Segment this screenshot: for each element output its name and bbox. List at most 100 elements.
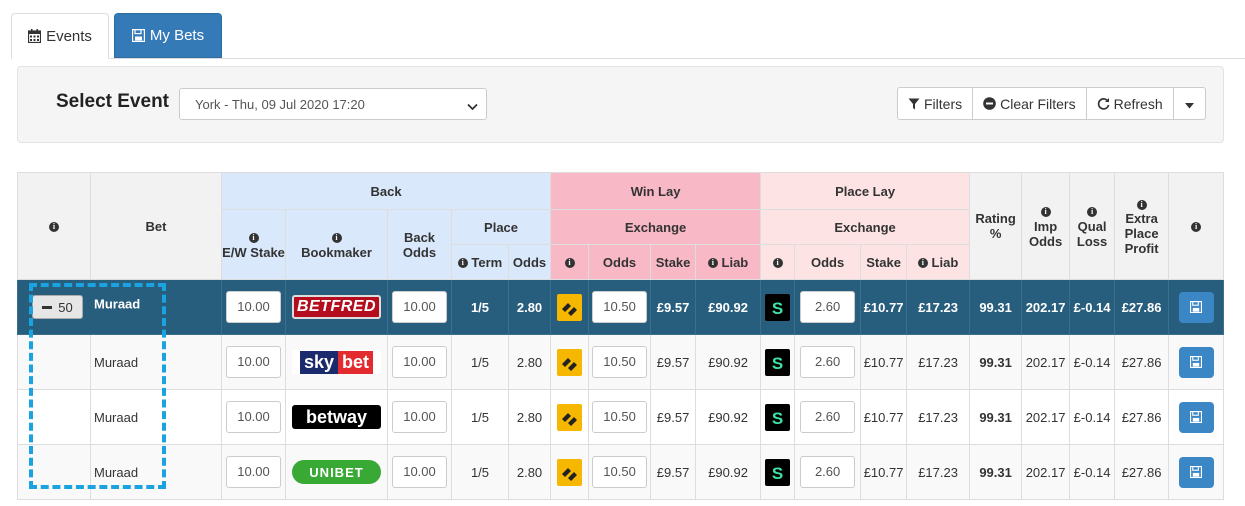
filters-button[interactable]: Filters xyxy=(897,87,974,120)
ew-stake-input[interactable]: 10.00 xyxy=(226,291,281,323)
smarkets-exchange-icon[interactable]: S xyxy=(765,293,791,321)
save-bet-button[interactable] xyxy=(1178,401,1214,433)
back-odds-input[interactable]: 10.00 xyxy=(392,291,447,323)
exchange-cell: S xyxy=(760,444,796,500)
exchange-cell xyxy=(550,444,590,500)
clear-filters-button[interactable]: Clear Filters xyxy=(972,87,1087,120)
runner-name: Muraad xyxy=(90,444,222,500)
imp-odds-header-label: Imp Odds xyxy=(1028,218,1063,249)
smarkets-exchange-icon[interactable]: S xyxy=(765,458,791,486)
place-odds-cell: 2.80 xyxy=(507,334,552,390)
win-liab-cell: £90.92 xyxy=(695,389,762,445)
place-stake-header: Stake xyxy=(860,244,908,280)
back-odds-cell: 10.00 xyxy=(387,279,452,335)
info-icon: i xyxy=(49,222,59,233)
caret-down-icon xyxy=(1184,96,1194,112)
tab-my-bets-label: My Bets xyxy=(149,27,205,44)
smarkets-exchange-icon[interactable]: S xyxy=(765,403,791,431)
table-row[interactable]: Muraad 10.00 sky bet 10.00 1/5 2.80 10.50… xyxy=(17,334,1225,390)
betfair-exchange-icon[interactable] xyxy=(557,293,583,321)
rating-header: Rating % xyxy=(969,172,1023,280)
win-stake-cell: £9.57 xyxy=(650,444,697,500)
place-liab-cell: £17.23 xyxy=(906,334,971,390)
ew-stake-input[interactable]: 10.00 xyxy=(226,456,281,488)
table-row[interactable]: Muraad 10.00 UNIBET 10.00 1/5 2.80 10.50… xyxy=(17,444,1225,500)
info-icon: i xyxy=(564,258,575,269)
place-stake-cell: £10.77 xyxy=(860,389,908,445)
save-icon xyxy=(1190,356,1203,368)
collapse-button[interactable]: 50 xyxy=(32,295,83,319)
betfair-exchange-icon[interactable] xyxy=(557,348,583,376)
imp-odds-cell: 202.17 xyxy=(1021,389,1071,445)
smarkets-exchange-icon[interactable]: S xyxy=(765,348,791,376)
exchange-cell xyxy=(550,279,590,335)
place-lay-odds-input[interactable]: 2.60 xyxy=(800,346,856,378)
betfair-exchange-icon[interactable] xyxy=(557,403,583,431)
chevron-down-icon xyxy=(467,99,478,114)
ew-stake-input[interactable]: 10.00 xyxy=(226,346,281,378)
save-bet-button[interactable] xyxy=(1178,291,1214,323)
svg-text:S: S xyxy=(772,354,783,373)
ew-stake-cell: 10.00 xyxy=(221,444,286,500)
table-row[interactable]: 50 Muraad 10.00 BETFRED 10.00 1/5 2.80 1… xyxy=(17,279,1225,335)
info-icon: i xyxy=(707,258,718,269)
back-odds-input[interactable]: 10.00 xyxy=(392,346,447,378)
exchange-cell: S xyxy=(760,279,796,335)
refresh-button[interactable]: Refresh xyxy=(1085,87,1174,120)
place-liab-header-label: Liab xyxy=(931,254,959,270)
win-liab-cell: £90.92 xyxy=(695,279,762,335)
table-row[interactable]: Muraad 10.00 betway 10.00 1/5 2.80 10.50… xyxy=(17,389,1225,445)
exchange-cell: S xyxy=(760,334,796,390)
info-icon: i xyxy=(1040,207,1051,218)
tab-events[interactable]: Events xyxy=(11,13,109,59)
betfair-exchange-icon[interactable] xyxy=(557,458,583,486)
back-odds-input[interactable]: 10.00 xyxy=(392,401,447,433)
bet-spacer-cell xyxy=(17,444,91,500)
save-bet-button[interactable] xyxy=(1178,456,1214,488)
bookmaker-header: i Bookmaker xyxy=(285,209,388,280)
win-stake-cell: £9.57 xyxy=(650,389,697,445)
event-select-value: York - Thu, 09 Jul 2020 17:20 xyxy=(195,97,365,112)
win-odds-input[interactable]: 10.50 xyxy=(592,456,648,488)
place-header: Place xyxy=(450,209,552,245)
qual-loss-cell: £-0.14 xyxy=(1069,279,1116,335)
win-odds-cell: 10.50 xyxy=(588,389,652,445)
back-odds-input[interactable]: 10.00 xyxy=(392,456,447,488)
save-icon xyxy=(1190,301,1203,313)
place-lay-odds-cell: 2.60 xyxy=(794,444,862,500)
extra-profit-cell: £27.86 xyxy=(1114,334,1170,390)
bet-info-header: i xyxy=(17,172,91,280)
rating-cell: 99.31 xyxy=(969,389,1023,445)
win-odds-cell: 10.50 xyxy=(588,334,652,390)
ew-stake-cell: 10.00 xyxy=(221,389,286,445)
dropdown-toggle-button[interactable] xyxy=(1172,87,1206,120)
info-icon: i xyxy=(1087,207,1098,218)
place-odds-header: Odds xyxy=(507,244,552,280)
place-stake-cell: £10.77 xyxy=(860,444,908,500)
svg-text:S: S xyxy=(772,464,783,483)
filters-button-label: Filters xyxy=(924,95,963,112)
place-lay-odds-input[interactable]: 2.60 xyxy=(800,291,856,323)
unibet-logo: UNIBET xyxy=(292,460,381,484)
place-lay-odds-cell: 2.60 xyxy=(794,279,862,335)
imp-odds-header: i Imp Odds xyxy=(1021,172,1071,280)
place-lay-header: Place Lay xyxy=(760,172,971,210)
win-odds-input[interactable]: 10.50 xyxy=(592,291,648,323)
event-select[interactable]: York - Thu, 09 Jul 2020 17:20 xyxy=(179,88,487,120)
bookmaker-cell: BETFRED xyxy=(285,279,388,335)
win-odds-input[interactable]: 10.50 xyxy=(592,401,648,433)
win-odds-input[interactable]: 10.50 xyxy=(592,346,648,378)
ew-stake-header: i E/W Stake xyxy=(221,209,286,280)
nav-tabs: Events My Bets xyxy=(11,13,1245,59)
skybet-logo-bet: bet xyxy=(338,350,374,374)
win-lay-header: Win Lay xyxy=(550,172,762,210)
save-bet-button[interactable] xyxy=(1178,346,1214,378)
ew-stake-cell: 10.00 xyxy=(221,334,286,390)
info-icon: i xyxy=(917,258,928,269)
ew-stake-input[interactable]: 10.00 xyxy=(226,401,281,433)
place-lay-odds-input[interactable]: 2.60 xyxy=(800,456,856,488)
tab-my-bets[interactable]: My Bets xyxy=(114,13,222,58)
ew-stake-cell: 10.00 xyxy=(221,279,286,335)
place-lay-odds-input[interactable]: 2.60 xyxy=(800,401,856,433)
save-icon xyxy=(131,29,145,42)
